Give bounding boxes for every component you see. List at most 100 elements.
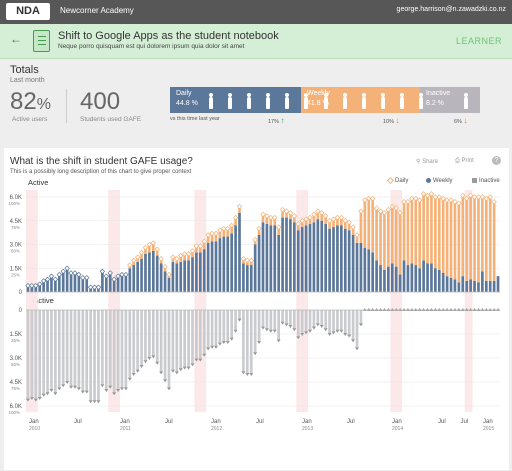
inactive-marker [119,387,124,391]
daily-bar [473,197,476,281]
inactive-marker [186,366,191,370]
daily-bar [492,201,496,281]
inactive-marker [484,308,489,311]
y-pct-label: 25% [11,272,20,277]
x-year-label: 2013 [302,426,313,432]
weekly-bar [155,255,159,292]
inactive-bar [324,310,328,330]
weekly-bar [293,222,296,292]
inactive-marker [225,341,230,344]
weekly-bar [367,249,371,292]
bar-marker [52,276,59,283]
bar-marker [103,273,110,279]
bar-marker [189,248,196,254]
inactive-bar [195,310,198,360]
inactive-marker [57,387,62,391]
weekly-bar [355,242,359,292]
weekly-bar [269,225,273,292]
inactive-marker [229,337,234,341]
inactive-marker [92,400,97,404]
inactive-bar [320,310,324,326]
weekly-bar [390,263,394,292]
weekly-bar [469,279,472,292]
weekly-bar [249,265,253,292]
weekly-bar [187,260,190,292]
inactive-marker [261,326,265,330]
weekly-bar [73,273,77,292]
inactive-marker [45,392,50,396]
inactive-marker [217,342,222,346]
inactive-bar [336,310,339,331]
inactive-marker [472,308,477,311]
weekly-bar [441,273,445,292]
inactive-marker [417,308,422,311]
bar-marker [48,273,55,279]
inactive-marker [166,387,171,391]
weekly-bar [351,235,355,292]
inactive-marker [80,390,85,394]
bar-marker [166,271,172,278]
x-tick-label: Jan [211,419,221,425]
daily-bar [445,200,449,277]
inactive-marker [127,377,132,381]
inactive-bar [210,310,214,347]
inactive-bar [155,310,159,363]
inactive-marker [370,308,375,311]
inactive-marker [456,308,461,311]
inactive-bar [293,310,296,330]
inactive-marker [245,373,250,376]
weekly-bar [398,274,402,292]
weekly-bar [210,241,214,292]
weekly-bar [383,269,386,292]
x-tick-label: Jul [461,419,469,425]
y-pct-label: 75% [11,386,20,391]
y-pct-label: 50% [11,362,20,367]
weekly-bar [445,276,449,292]
weekly-bar [461,276,465,292]
daily-bar [414,198,418,266]
inactive-bar [65,310,69,382]
weekly-bar [296,230,300,292]
inactive-marker [433,308,438,311]
daily-bar [394,208,398,267]
daily-bar [434,197,437,269]
daily-bar [477,197,480,283]
weekly-bar [281,217,284,292]
weekly-bar [289,219,292,292]
inactive-marker [206,347,211,351]
weekly-bar [140,258,143,292]
bar-marker [248,257,254,264]
daily-bar [406,201,410,266]
inactive-marker [460,308,465,311]
inactive-bar [245,310,249,374]
inactive-marker [241,371,246,375]
weekly-bar [422,260,425,292]
bar-marker [385,206,392,213]
inactive-marker [488,308,493,311]
weekly-bar [195,252,198,292]
daily-bar [437,197,441,270]
weekly-bar [336,225,339,292]
inactive-marker [253,352,258,356]
inactive-marker [123,387,128,391]
daily-bar [465,198,469,281]
inactive-bar [175,310,179,373]
bar-marker [228,222,235,229]
weekly-bar [191,257,194,292]
weekly-bar [488,280,492,292]
inactive-bar [38,310,42,398]
inactive-marker [425,308,430,311]
x-tick-label: Jul [256,419,264,425]
weekly-bar [359,242,363,292]
x-tick-label: Jan [392,419,402,425]
daily-bar [461,195,465,277]
daily-bar [387,209,390,267]
inactive-marker [69,385,74,389]
weekly-bar [265,223,269,292]
bar-marker [56,271,62,278]
bar-marker [291,213,298,219]
inactive-bar [285,310,288,325]
inactive-bar [257,310,261,342]
inactive-bar [163,310,167,381]
weekly-bar [144,254,147,292]
